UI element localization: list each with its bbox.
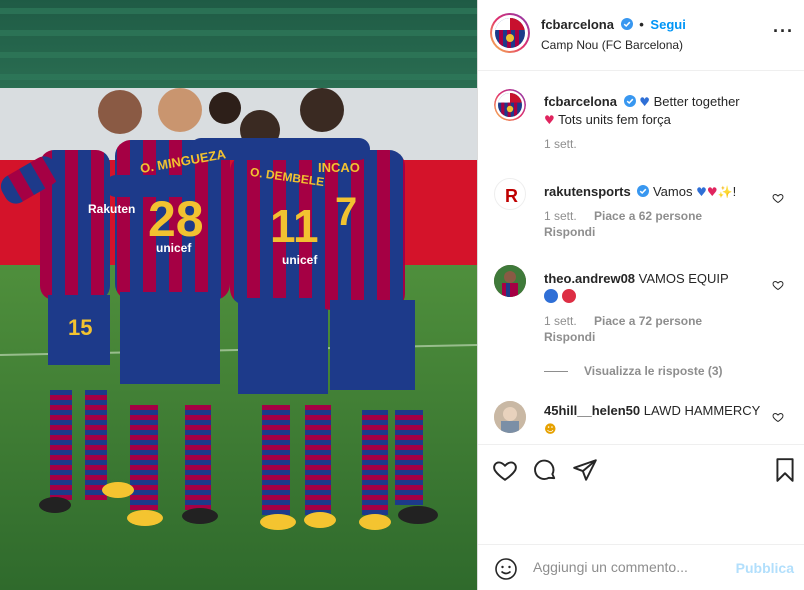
team-huddle-image: O. MINGUEZA 28 O. DEMBELE 11 INCAO 7 15 …	[0, 0, 477, 590]
share-paper-plane-icon[interactable]	[572, 457, 598, 483]
blue-heart-icon: ♥	[696, 185, 707, 199]
sparkles-icon: ✨	[717, 185, 733, 199]
caption-username[interactable]: fcbarcelona	[544, 94, 617, 109]
like-comment-icon[interactable]	[772, 279, 784, 291]
user-photo-icon	[494, 401, 526, 433]
comment-bubble-icon[interactable]	[532, 457, 558, 483]
caption-line1: Better together	[653, 94, 740, 109]
comment-text: LAWD HAMMERCY	[643, 403, 761, 418]
unicef-logo-1: unicef	[156, 241, 192, 255]
rakuten-logo-icon: R	[505, 186, 518, 206]
verified-badge-icon	[620, 18, 633, 30]
red-circle-icon	[562, 289, 576, 303]
like-comment-icon[interactable]	[772, 192, 784, 204]
reply-button[interactable]: Rispondi	[544, 330, 756, 344]
author-username[interactable]: fcbarcelona	[541, 17, 614, 32]
shirt-number-7: 7	[335, 190, 357, 234]
post-photo[interactable]: O. MINGUEZA 28 O. DEMBELE 11 INCAO 7 15 …	[0, 0, 477, 590]
comment-text: Vamos	[652, 184, 693, 199]
blue-heart-icon: ♥	[639, 95, 650, 109]
like-comment-icon[interactable]	[772, 411, 784, 423]
separator-dot: •	[639, 17, 644, 32]
commenter-avatar[interactable]	[494, 401, 526, 433]
shirt-number-28: 28	[148, 191, 204, 247]
commenter-avatar[interactable]	[494, 265, 526, 297]
reply-button[interactable]: Rispondi	[544, 225, 756, 239]
publish-button[interactable]: Pubblica	[736, 560, 794, 576]
commenter-avatar[interactable]: R	[494, 178, 526, 210]
unicef-logo-2: unicef	[282, 253, 318, 267]
caption-line2: Tots units fem força	[558, 112, 671, 127]
user-photo-icon	[494, 265, 526, 297]
comment-likes[interactable]: Piace a 62 persone	[594, 209, 702, 223]
fcb-crest-icon	[495, 18, 525, 48]
sponsor-logo: Rakuten	[88, 202, 135, 216]
view-replies-button[interactable]: Visualizza le risposte (3)	[544, 364, 723, 378]
save-bookmark-icon[interactable]	[772, 457, 798, 483]
divider-line	[544, 371, 568, 373]
caption-time: 1 sett.	[544, 137, 577, 151]
follow-button[interactable]: Segui	[650, 17, 685, 32]
like-heart-icon[interactable]	[492, 457, 518, 483]
post-actions	[478, 444, 804, 494]
author-avatar[interactable]	[490, 13, 530, 53]
fcb-crest-icon	[498, 93, 522, 117]
comment-username[interactable]: 45hill__helen50	[544, 403, 640, 418]
add-comment-bar: Pubblica	[478, 544, 804, 590]
comment-text: VAMOS EQUIP	[638, 271, 729, 286]
red-heart-icon: ♥	[706, 185, 718, 199]
view-replies-label: Visualizza le risposte (3)	[584, 364, 723, 378]
verified-badge-icon	[623, 95, 636, 107]
add-comment-input[interactable]	[533, 559, 733, 575]
comment-username[interactable]: theo.andrew08	[544, 271, 635, 286]
shorts-number-15: 15	[68, 315, 92, 340]
comment-username[interactable]: rakutensports	[544, 184, 631, 199]
post-sidebar: fcbarcelona • Segui Camp Nou (FC Barcelo…	[477, 0, 804, 590]
red-heart-icon: ♥	[544, 113, 555, 127]
emoji-smiley-icon[interactable]	[494, 557, 518, 581]
shirt-name-incao: INCAO	[318, 160, 360, 175]
comment-time: 1 sett.	[544, 314, 577, 328]
shirt-number-11: 11	[270, 200, 319, 252]
post-header: fcbarcelona • Segui Camp Nou (FC Barcelo…	[478, 0, 804, 71]
heart-eyes-emoji-icon: ☻	[544, 422, 557, 436]
verified-badge-icon	[637, 185, 650, 197]
more-options-icon[interactable]: ···	[773, 22, 794, 40]
blue-circle-icon	[544, 289, 558, 303]
comments-list[interactable]: fcbarcelona ♥ Better together ♥ Tots uni…	[478, 72, 804, 444]
comment-time: 1 sett.	[544, 209, 577, 223]
location-link[interactable]: Camp Nou (FC Barcelona)	[541, 38, 683, 52]
comment-likes[interactable]: Piace a 72 persone	[594, 314, 702, 328]
svg-text:R: R	[505, 186, 518, 206]
